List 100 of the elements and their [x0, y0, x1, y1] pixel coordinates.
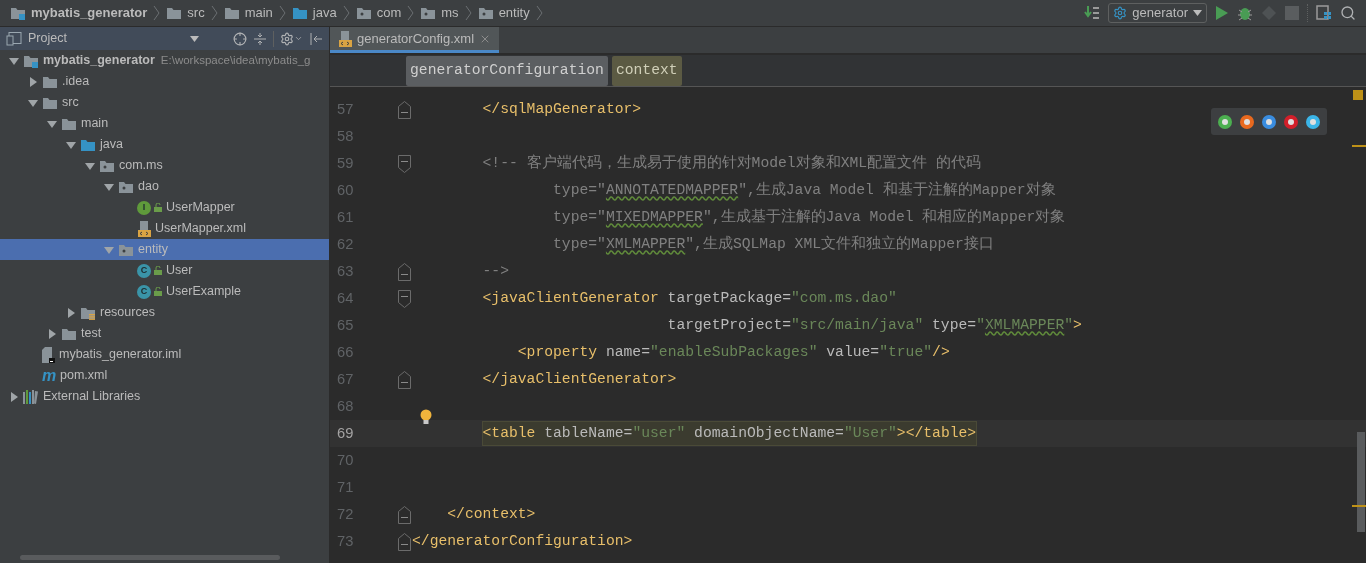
folder-icon — [61, 326, 77, 341]
breadcrumb-item[interactable]: src — [166, 3, 205, 23]
tree-item[interactable]: mybatis_generator E:\workspace\idea\mybatis_g — [0, 50, 329, 71]
code-line: targetProject="src/main/java" type="XMLMAPPER"> — [666, 316, 1082, 336]
expand-arrow-icon[interactable] — [8, 391, 19, 402]
collapse-arrow-icon[interactable] — [65, 139, 76, 150]
breadcrumb-item[interactable]: entity — [477, 3, 530, 23]
tree-item[interactable]: C UserExample — [0, 281, 329, 302]
collapse-all-icon[interactable] — [253, 31, 267, 46]
expand-arrow-icon[interactable] — [65, 307, 76, 318]
fold-marker-icon[interactable] — [398, 262, 411, 281]
gear-icon — [1113, 6, 1128, 20]
line-number: 72 — [336, 505, 355, 525]
fold-marker-icon[interactable] — [398, 100, 411, 119]
browser-icon[interactable] — [1217, 113, 1233, 130]
class-icon: C — [137, 263, 151, 278]
project-structure-icon[interactable] — [1316, 5, 1332, 21]
line-number: 65 — [336, 316, 355, 336]
folder-icon — [166, 6, 183, 20]
fold-marker-icon[interactable] — [398, 505, 411, 524]
tree-item[interactable]: test — [0, 323, 329, 344]
breadcrumb-item[interactable]: main — [223, 3, 273, 23]
code-line: <javaClientGenerator targetPackage="com.ms.dao" — [481, 289, 897, 309]
xml-file-icon — [137, 220, 151, 237]
hide-panel-icon[interactable] — [309, 31, 323, 46]
build-icon[interactable] — [1084, 5, 1101, 21]
browser-icon[interactable] — [1283, 113, 1299, 130]
package-icon — [118, 179, 134, 194]
fold-marker-icon[interactable] — [398, 154, 411, 173]
tree-item[interactable]: java — [0, 134, 329, 155]
tree-item[interactable]: I UserMapper — [0, 197, 329, 218]
library-icon — [23, 389, 39, 404]
lock-icon — [154, 203, 162, 212]
line-number: 62 — [336, 235, 355, 255]
code-line: <property name="enableSubPackages" value="true"/> — [516, 343, 950, 363]
settings-icon[interactable] — [280, 31, 294, 46]
collapse-arrow-icon[interactable] — [8, 55, 19, 66]
horizontal-scrollbar[interactable] — [20, 555, 280, 560]
lock-icon — [154, 266, 162, 275]
tree-item[interactable]: mybatis_generator.iml — [0, 344, 329, 365]
line-number: 70 — [336, 451, 355, 471]
warning-marker[interactable] — [1353, 90, 1363, 100]
maven-icon: m — [42, 367, 56, 384]
fold-marker-icon[interactable] — [398, 532, 411, 551]
tree-item[interactable]: External Libraries — [0, 386, 329, 407]
breadcrumb-item[interactable]: generatorConfiguration — [406, 55, 608, 86]
file-icon — [42, 346, 55, 363]
collapse-arrow-icon[interactable] — [103, 181, 114, 192]
tree-item[interactable]: main — [0, 113, 329, 134]
browser-icon[interactable] — [1239, 113, 1255, 130]
expand-arrow-icon[interactable] — [46, 328, 57, 339]
lightbulb-icon[interactable] — [420, 409, 432, 426]
line-number: 58 — [336, 127, 355, 147]
fold-marker-icon[interactable] — [398, 370, 411, 389]
line-number: 64 — [336, 289, 355, 309]
editor-tab[interactable]: generatorConfig.xml — [330, 27, 500, 53]
resources-folder-icon — [80, 305, 96, 320]
caret-icon — [294, 34, 303, 43]
vertical-scrollbar[interactable] — [1357, 432, 1365, 532]
collapse-arrow-icon[interactable] — [27, 97, 38, 108]
code-line: </sqlMapGenerator> — [481, 100, 642, 120]
tree-item[interactable]: .idea — [0, 71, 329, 92]
tree-item[interactable]: C User — [0, 260, 329, 281]
folder-icon — [61, 116, 77, 131]
project-path: E:\workspace\idea\mybatis_g — [160, 52, 311, 68]
folder-icon — [42, 95, 58, 110]
breadcrumb-item[interactable]: mybatis_generator — [10, 3, 148, 23]
collapse-arrow-icon[interactable] — [46, 118, 57, 129]
line-number: 68 — [336, 397, 355, 417]
package-icon — [420, 6, 437, 20]
line-number: 66 — [336, 343, 355, 363]
collapse-arrow-icon[interactable] — [84, 160, 95, 171]
bug-icon[interactable] — [1237, 5, 1253, 21]
browser-icon[interactable] — [1261, 113, 1277, 130]
tree-item[interactable]: com.ms — [0, 155, 329, 176]
code-line: --> — [481, 262, 509, 282]
locate-icon[interactable] — [233, 31, 247, 46]
interface-icon: I — [137, 200, 151, 215]
code-line: type="ANNOTATEDMAPPER",生成Java Model 和基于注解的Mapper对象 — [552, 180, 1056, 201]
panel-title: Project — [28, 30, 67, 48]
breadcrumb-item[interactable]: com — [355, 3, 402, 23]
caret-icon[interactable] — [190, 35, 199, 42]
tree-item[interactable]: src — [0, 92, 329, 113]
breadcrumb-item[interactable]: ms — [420, 3, 459, 23]
run-icon[interactable] — [1215, 5, 1229, 21]
folder-icon — [223, 6, 240, 20]
breadcrumb-item[interactable]: context — [611, 55, 682, 86]
chevron-icon — [210, 5, 218, 21]
line-number: 57 — [336, 100, 355, 120]
breadcrumb-item[interactable]: java — [291, 3, 337, 23]
tree-item[interactable]: UserMapper.xml — [0, 218, 329, 239]
browser-icon[interactable] — [1305, 113, 1321, 130]
expand-arrow-icon[interactable] — [27, 76, 38, 87]
chevron-icon — [153, 5, 161, 21]
tree-item[interactable]: dao — [0, 176, 329, 197]
run-configuration-dropdown[interactable]: generator — [1108, 3, 1207, 23]
tree-item[interactable]: m pom.xml — [0, 365, 329, 386]
search-icon[interactable] — [1340, 5, 1356, 21]
fold-marker-icon[interactable] — [398, 289, 411, 308]
tree-item[interactable]: resources — [0, 302, 329, 323]
